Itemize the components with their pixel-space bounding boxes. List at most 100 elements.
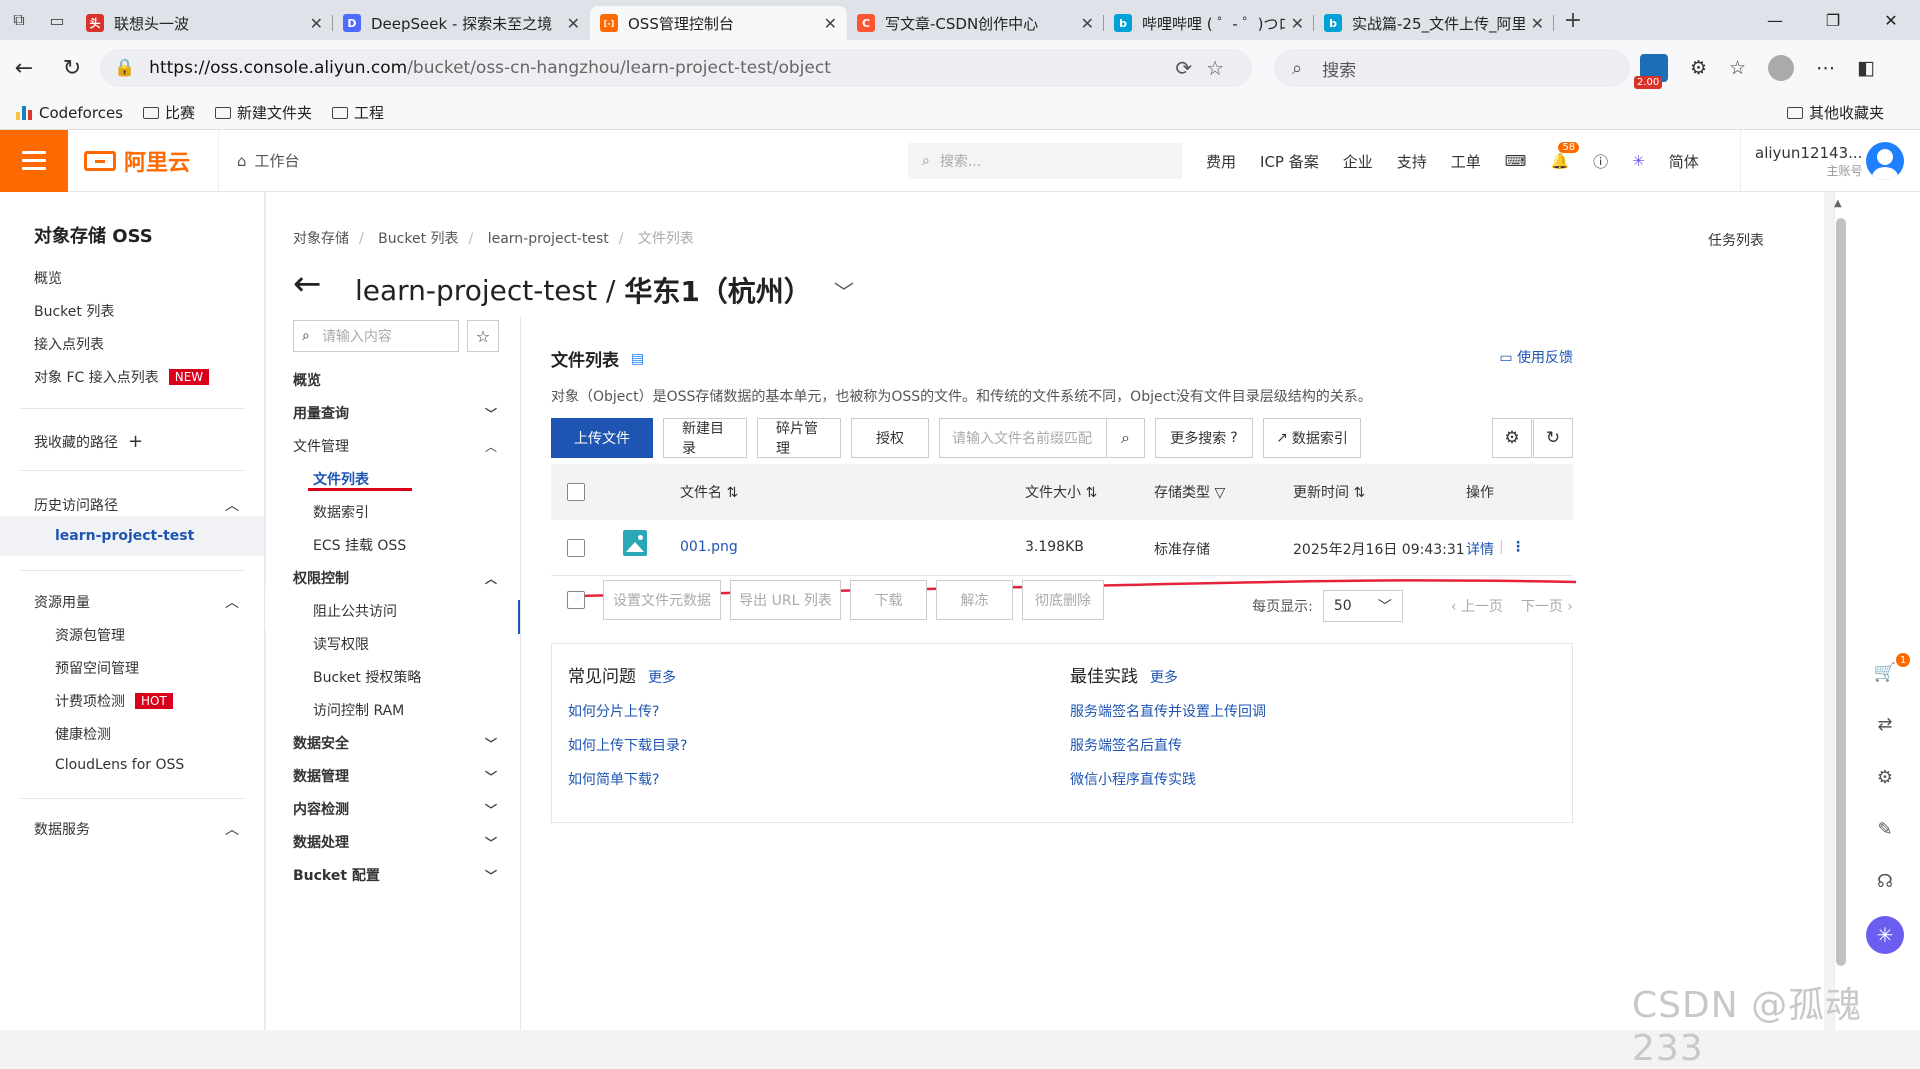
sidebar-item-packages[interactable]: 资源包管理 <box>55 625 125 645</box>
nav-ticket[interactable]: 工单 <box>1451 151 1481 172</box>
upload-file-button[interactable]: 上传文件 <box>551 418 653 458</box>
nav-enterprise[interactable]: 企业 <box>1343 151 1373 172</box>
best-more-link[interactable]: 更多 <box>1150 667 1178 687</box>
nav-file-list[interactable]: 文件列表 <box>313 469 533 489</box>
back-arrow-icon[interactable]: ← <box>293 264 322 304</box>
close-tab-icon[interactable]: ✕ <box>567 14 580 33</box>
nav-rw-perm[interactable]: 读写权限 <box>313 634 533 654</box>
per-page-select[interactable]: 50 ﹀ <box>1322 590 1403 622</box>
more-actions-icon[interactable]: ⋮ <box>1511 539 1525 555</box>
browser-search[interactable]: ⌕ 搜索 <box>1274 49 1630 87</box>
headset-icon[interactable]: ☊ <box>1870 866 1900 896</box>
bookmark-folder[interactable]: 比赛 <box>143 102 195 123</box>
browser-tab[interactable]: C 写文章-CSDN创作中心 ✕ <box>847 6 1104 40</box>
nav-ram[interactable]: 访问控制 RAM <box>313 700 533 720</box>
account-menu[interactable]: aliyun12143... 主账号 <box>1740 130 1862 192</box>
workbench-link[interactable]: ⌂ 工作台 <box>218 129 328 192</box>
unfreeze-button[interactable]: 解冻 <box>936 580 1013 620</box>
new-tab-icon[interactable]: + <box>1554 0 1592 40</box>
new-dir-button[interactable]: 新建目录 <box>663 418 747 458</box>
search-icon[interactable]: ⌕ <box>1106 419 1144 457</box>
refresh-icon[interactable]: ↻ <box>1533 418 1573 458</box>
bookmark-folder[interactable]: 新建文件夹 <box>215 102 312 123</box>
bulk-select-checkbox[interactable] <box>567 591 585 609</box>
faq-link[interactable]: 如何上传下载目录? <box>568 735 687 755</box>
best-practice-link[interactable]: 微信小程序直传实践 <box>1070 769 1266 789</box>
scroll-up-icon[interactable]: ▲ <box>1834 198 1842 209</box>
sidebar-item-bucket-list[interactable]: Bucket 列表 <box>34 301 114 321</box>
sync-icon[interactable]: ⇄ <box>1870 709 1900 739</box>
menu-icon[interactable] <box>0 129 68 192</box>
gear-icon[interactable]: ⚙ <box>1870 762 1900 792</box>
file-name-link[interactable]: 001.png <box>680 539 738 555</box>
nav-overview[interactable]: 概览 <box>293 370 513 390</box>
column-header-name[interactable]: 文件名 ⇅ <box>680 482 738 502</box>
details-link[interactable]: 详情 <box>1466 539 1494 559</box>
task-list-link[interactable]: 任务列表 <box>1708 230 1764 250</box>
maximize-icon[interactable]: ❐ <box>1804 11 1862 30</box>
sidebar-item-fc-access-points[interactable]: 对象 FC 接入点列表 NEW <box>34 367 210 387</box>
faq-link[interactable]: 如何简单下载? <box>568 769 687 789</box>
aliyun-logo[interactable]: 阿里云 <box>84 145 204 177</box>
nav-search-input[interactable]: ⌕ 请输入内容 <box>293 320 459 352</box>
bookmark-other-folder[interactable]: 其他收藏夹 <box>1786 102 1884 123</box>
add-icon[interactable]: + <box>128 431 143 452</box>
best-practice-link[interactable]: 服务端签名后直传 <box>1070 735 1266 755</box>
data-index-button[interactable]: ↗ 数据索引 <box>1263 418 1361 458</box>
browser-tab[interactable]: D DeepSeek - 探索未至之境 ✕ <box>333 6 590 40</box>
nav-bucket-policy[interactable]: Bucket 授权策略 <box>313 667 533 687</box>
nav-bucket-cfg[interactable]: Bucket 配置 ﹀ <box>293 865 513 885</box>
nav-support[interactable]: 支持 <box>1397 151 1427 172</box>
browser-tab[interactable]: b 哔哩哔哩 ( ゜- ゜)つロ 干杯~ ✕ <box>1104 6 1314 40</box>
more-search-button[interactable]: 更多搜索? <box>1155 418 1253 458</box>
bookmark-codeforces[interactable]: Codeforces <box>16 104 123 122</box>
nav-security[interactable]: 数据安全 ﹀ <box>293 733 513 753</box>
page-scrollbar[interactable] <box>1836 218 1846 966</box>
column-header-storage[interactable]: 存储类型 ▽ <box>1154 482 1225 502</box>
browser-tab[interactable]: b 实战篇-25_文件上传_阿里云 ✕ <box>1314 6 1554 40</box>
column-header-updated[interactable]: 更新时间 ⇅ <box>1293 482 1365 502</box>
nav-ecs-mount[interactable]: ECS 挂载 OSS <box>313 535 533 555</box>
column-header-size[interactable]: 文件大小 ⇅ <box>1025 482 1097 502</box>
minimize-icon[interactable]: — <box>1746 11 1804 30</box>
prev-page-button[interactable]: ‹ 上一页 <box>1451 596 1503 616</box>
export-url-button[interactable]: 导出 URL 列表 <box>730 580 841 620</box>
favorites-icon[interactable]: ☆ <box>1729 57 1746 79</box>
bookmark-folder[interactable]: 工程 <box>332 102 384 123</box>
sidebar-item-cloudlens[interactable]: CloudLens for OSS <box>55 757 184 773</box>
chevron-down-icon[interactable]: ﹀ <box>834 276 854 305</box>
nav-processing[interactable]: 数据处理 ﹀ <box>293 832 513 852</box>
sidebar-history[interactable]: 历史访问路径 ︿ <box>34 495 239 515</box>
language-switch[interactable]: 简体 <box>1669 151 1699 172</box>
sidebar-item-access-points[interactable]: 接入点列表 <box>34 334 104 354</box>
breadcrumb-item[interactable]: 对象存储 <box>293 231 349 247</box>
nav-access[interactable]: 权限控制 ︿ <box>293 568 513 588</box>
favorite-star-icon[interactable]: ⟳☆ <box>1175 56 1238 80</box>
close-tab-icon[interactable]: ✕ <box>310 14 323 33</box>
console-search[interactable]: ⌕ 搜索... <box>908 143 1182 179</box>
extension-icon[interactable]: 2.00 <box>1634 54 1668 89</box>
workspaces-icon[interactable]: ⧉ <box>0 0 38 40</box>
more-icon[interactable]: ⋯ <box>1816 57 1835 79</box>
tab-actions-icon[interactable]: ▭ <box>38 0 76 40</box>
close-tab-icon[interactable]: ✕ <box>1291 14 1304 33</box>
nav-file-mgmt[interactable]: 文件管理 ︿ <box>293 436 513 456</box>
delete-button[interactable]: 彻底删除 <box>1022 580 1104 620</box>
ai-assistant-icon[interactable]: ✳ <box>1632 152 1645 170</box>
nav-usage[interactable]: 用量查询 ﹀ <box>293 403 513 423</box>
sidebar-favorites[interactable]: 我收藏的路径 + <box>34 431 143 452</box>
reload-icon[interactable]: ↻ <box>48 48 96 88</box>
breadcrumb-item[interactable]: Bucket 列表 <box>378 231 458 247</box>
sidebar-icon[interactable]: ◧ <box>1857 57 1875 79</box>
extensions-icon[interactable]: ⚙ <box>1690 57 1707 79</box>
sidebar-history-item[interactable]: learn-project-test <box>0 516 264 556</box>
close-tab-icon[interactable]: ✕ <box>1081 14 1094 33</box>
ai-assistant-icon[interactable]: ✳ <box>1866 916 1904 954</box>
select-all-checkbox[interactable] <box>567 483 585 501</box>
sidebar-item-reserved[interactable]: 预留空间管理 <box>55 658 139 678</box>
best-practice-link[interactable]: 服务端签名直传并设置上传回调 <box>1070 701 1266 721</box>
url-bar[interactable]: 🔒 https://oss.console.aliyun.com/bucket/… <box>100 49 1252 87</box>
account-avatar[interactable] <box>1866 142 1904 180</box>
bell-icon[interactable]: 🔔 58 <box>1550 142 1580 170</box>
fragment-mgmt-button[interactable]: 碎片管理 <box>757 418 841 458</box>
